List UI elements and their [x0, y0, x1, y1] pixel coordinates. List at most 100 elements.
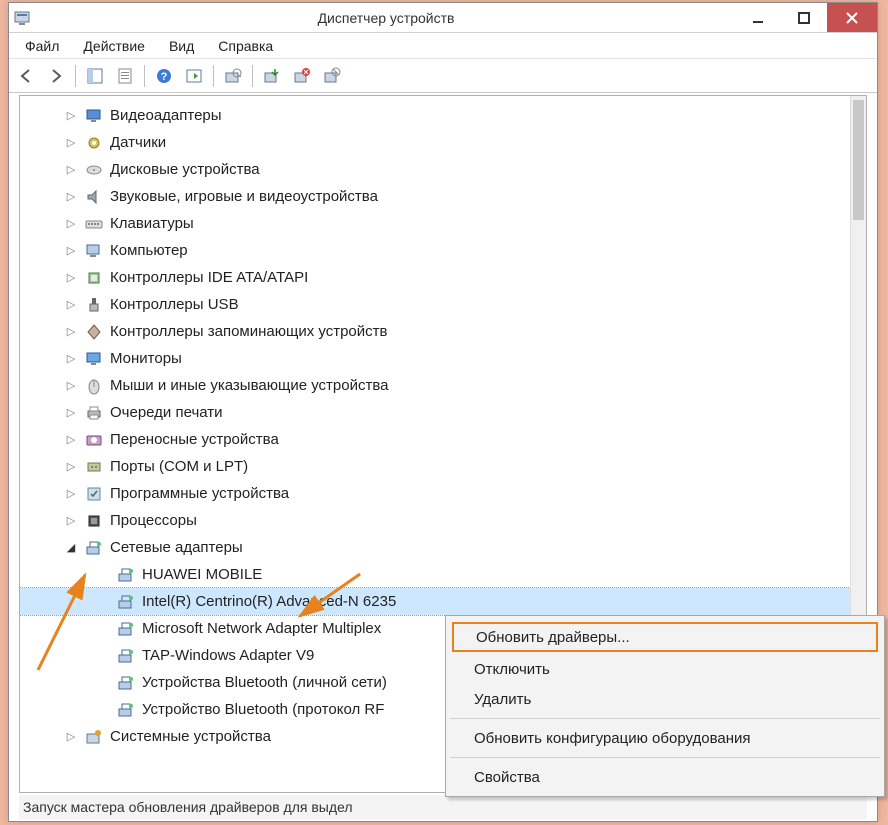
expand-icon[interactable]: ▷ [64, 514, 78, 527]
scan-button[interactable] [220, 63, 246, 89]
menu-help[interactable]: Справка [206, 35, 285, 57]
tree-category-portable[interactable]: ▷Переносные устройства [20, 426, 850, 453]
drive-icon [84, 160, 104, 180]
net-icon [116, 592, 136, 612]
menu-view[interactable]: Вид [157, 35, 206, 57]
statusbar: Запуск мастера обновления драйверов для … [19, 795, 867, 819]
chip-icon [84, 268, 104, 288]
expand-icon[interactable]: ▷ [64, 487, 78, 500]
mouse-icon [84, 376, 104, 396]
sensor-icon [84, 133, 104, 153]
net-icon [116, 619, 136, 639]
tree-label: Контроллеры запоминающих устройств [110, 323, 387, 340]
disable-button[interactable] [319, 63, 345, 89]
toolbar: ? [9, 59, 877, 93]
tree-category-software[interactable]: ▷ Программные устройства [20, 480, 850, 507]
menu-action[interactable]: Действие [71, 35, 157, 57]
tree-category-usb[interactable]: ▷Контроллеры USB [20, 291, 850, 318]
monitor-icon [84, 349, 104, 369]
net-icon [116, 565, 136, 585]
toolbar-separator [75, 65, 76, 87]
net-icon [116, 646, 136, 666]
expand-icon[interactable]: ▷ [64, 298, 78, 311]
system-icon [84, 727, 104, 747]
context-menu-item[interactable]: Обновить драйверы... [452, 622, 878, 652]
window-title: Диспетчер устройств [37, 3, 735, 32]
update-driver-button[interactable] [259, 63, 285, 89]
expand-icon[interactable]: ▷ [64, 190, 78, 203]
tree-category-storage[interactable]: ▷ Контроллеры запоминающих устройств [20, 318, 850, 345]
tree-label: Датчики [110, 134, 166, 151]
tree-label: Intel(R) Centrino(R) Advanced-N 6235 [142, 593, 396, 610]
tree-item-network-1[interactable]: Intel(R) Centrino(R) Advanced-N 6235 [20, 588, 850, 615]
tree-category-dvd[interactable]: ▷Дисковые устройства [20, 156, 850, 183]
expand-icon[interactable]: ▷ [64, 136, 78, 149]
tree-category-ports[interactable]: ▷Порты (COM и LPT) [20, 453, 850, 480]
tree-label: Клавиатуры [110, 215, 194, 232]
tree-category-printq[interactable]: ▷ Очереди печати [20, 399, 850, 426]
minimize-button[interactable] [735, 3, 781, 32]
tree-category-network[interactable]: ◢ Сетевые адаптеры [20, 534, 850, 561]
context-menu-item[interactable]: Обновить конфигурацию оборудования [448, 723, 882, 753]
tree-label: Сетевые адаптеры [110, 539, 243, 556]
tree-category-display[interactable]: ▷Видеоадаптеры [20, 102, 850, 129]
context-menu-item[interactable]: Удалить [448, 684, 882, 714]
app-icon [9, 3, 37, 32]
expand-icon[interactable]: ▷ [64, 352, 78, 365]
expand-icon[interactable]: ▷ [64, 244, 78, 257]
collapse-icon[interactable]: ◢ [64, 541, 78, 554]
tree-label: Звуковые, игровые и видеоустройства [110, 188, 378, 205]
tree-item-network-0[interactable]: HUAWEI MOBILE [20, 561, 850, 588]
close-button[interactable] [827, 3, 877, 32]
properties-button[interactable] [112, 63, 138, 89]
expand-icon[interactable]: ▷ [64, 406, 78, 419]
expand-icon[interactable]: ▷ [64, 217, 78, 230]
camera-icon [84, 430, 104, 450]
tree-label: Контроллеры IDE ATA/ATAPI [110, 269, 308, 286]
context-menu-item[interactable]: Свойства [448, 762, 882, 792]
display-icon [84, 106, 104, 126]
expand-icon[interactable]: ▷ [64, 163, 78, 176]
maximize-button[interactable] [781, 3, 827, 32]
tree-category-cpu[interactable]: ▷ Процессоры [20, 507, 850, 534]
scrollbar-thumb[interactable] [853, 100, 864, 220]
context-menu-separator [450, 718, 880, 719]
forward-button[interactable] [43, 63, 69, 89]
tree-category-sensors[interactable]: ▷ Датчики [20, 129, 850, 156]
toolbar-separator [252, 65, 253, 87]
expand-icon[interactable]: ▷ [64, 271, 78, 284]
speaker-icon [84, 187, 104, 207]
net-icon [116, 673, 136, 693]
net-icon [84, 538, 104, 558]
titlebar: Диспетчер устройств [9, 3, 877, 33]
tree-category-keyboard[interactable]: ▷ Клавиатуры [20, 210, 850, 237]
context-menu: Обновить драйверы...ОтключитьУдалить Обно… [445, 615, 885, 797]
tree-label: Устройства Bluetooth (личной сети) [142, 674, 387, 691]
show-hide-button[interactable] [82, 63, 108, 89]
expand-icon[interactable]: ▷ [64, 460, 78, 473]
expand-icon[interactable]: ▷ [64, 379, 78, 392]
tree-label: Процессоры [110, 512, 197, 529]
menu-file[interactable]: Файл [13, 35, 71, 57]
tree-category-computer[interactable]: ▷Компьютер [20, 237, 850, 264]
tree-category-audio[interactable]: ▷ Звуковые, игровые и видеоустройства [20, 183, 850, 210]
expand-icon[interactable]: ▷ [64, 109, 78, 122]
tree-label: Очереди печати [110, 404, 223, 421]
tree-category-ide[interactable]: ▷ Контроллеры IDE ATA/ATAPI [20, 264, 850, 291]
menubar: Файл Действие Вид Справка [9, 33, 877, 59]
back-button[interactable] [13, 63, 39, 89]
tree-category-mice[interactable]: ▷Мыши и иные указывающие устройства [20, 372, 850, 399]
expand-icon[interactable]: ▷ [64, 730, 78, 743]
tree-label: HUAWEI MOBILE [142, 566, 262, 583]
tree-label: TAP-Windows Adapter V9 [142, 647, 314, 664]
action-button[interactable] [181, 63, 207, 89]
status-text: Запуск мастера обновления драйверов для … [23, 799, 353, 815]
expand-icon[interactable]: ▷ [64, 433, 78, 446]
tree-label: Программные устройства [110, 485, 289, 502]
tree-label: Мониторы [110, 350, 182, 367]
expand-icon[interactable]: ▷ [64, 325, 78, 338]
context-menu-item[interactable]: Отключить [448, 654, 882, 684]
help-button[interactable]: ? [151, 63, 177, 89]
uninstall-button[interactable] [289, 63, 315, 89]
tree-category-monitors[interactable]: ▷ Мониторы [20, 345, 850, 372]
